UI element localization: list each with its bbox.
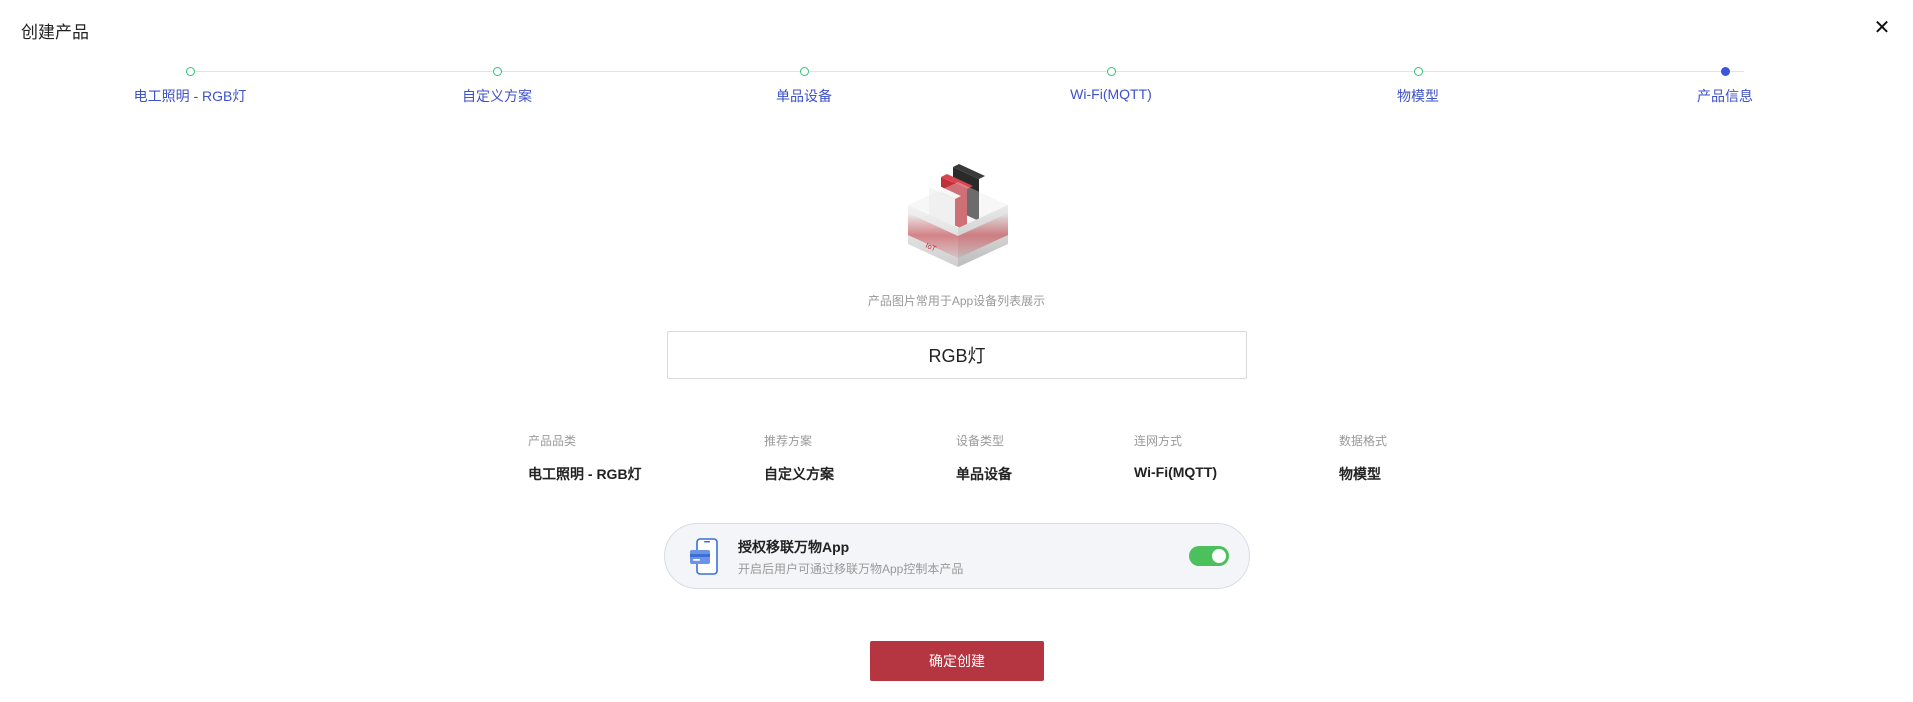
auth-title: 授权移联万物App <box>738 539 850 555</box>
step-dot-network <box>1107 67 1116 76</box>
product-image[interactable]: IoT <box>905 155 1011 267</box>
step-label-device-type[interactable]: 单品设备 <box>704 86 904 106</box>
dialog-header: 创建产品 ✕ <box>0 0 1913 58</box>
step-label-category[interactable]: 电工照明 - RGB灯 <box>90 86 290 106</box>
dialog-title: 创建产品 <box>21 23 89 42</box>
summary-data-format: 数据格式 物模型 <box>1339 432 1387 484</box>
summary-label: 推荐方案 <box>764 434 813 448</box>
close-icon[interactable]: ✕ <box>1871 17 1893 39</box>
phone-app-icon <box>689 538 721 576</box>
summary-value: 物模型 <box>1339 466 1381 482</box>
summary-device-type: 设备类型 单品设备 <box>956 432 1012 484</box>
app-authorization-card: 授权移联万物App 开启后用户可通过移联万物App控制本产品 <box>664 523 1250 589</box>
toggle-knob <box>1212 549 1226 563</box>
summary-scheme: 推荐方案 自定义方案 <box>764 432 834 484</box>
summary-network: 连网方式 Wi-Fi(MQTT) <box>1134 432 1217 480</box>
step-dot-scheme <box>493 67 502 76</box>
summary-value: Wi-Fi(MQTT) <box>1134 464 1218 480</box>
step-label-scheme[interactable]: 自定义方案 <box>397 86 597 106</box>
auth-description: 开启后用户可通过移联万物App控制本产品 <box>738 562 964 576</box>
step-label-product-info[interactable]: 产品信息 <box>1625 86 1825 106</box>
product-image-caption: 产品图片常用于App设备列表展示 <box>867 294 1046 308</box>
step-dot-thing-model <box>1414 67 1423 76</box>
summary-label: 连网方式 <box>1134 434 1183 448</box>
summary-value: 电工照明 - RGB灯 <box>528 466 642 482</box>
summary-label: 产品品类 <box>528 434 577 448</box>
summary-value: 自定义方案 <box>764 466 834 482</box>
step-dot-category <box>186 67 195 76</box>
auth-toggle[interactable] <box>1189 546 1229 566</box>
summary-value: 单品设备 <box>956 466 1012 482</box>
summary-label: 数据格式 <box>1339 434 1388 448</box>
confirm-create-button[interactable]: 确定创建 <box>870 641 1044 681</box>
step-dot-device-type <box>800 67 809 76</box>
product-name-input[interactable] <box>667 331 1247 379</box>
step-label-thing-model[interactable]: 物模型 <box>1318 86 1518 106</box>
summary-category: 产品品类 电工照明 - RGB灯 <box>528 432 642 484</box>
stepper-track <box>196 71 1744 72</box>
summary-label: 设备类型 <box>956 434 1005 448</box>
step-dot-product-info <box>1721 67 1730 76</box>
step-label-network[interactable]: Wi-Fi(MQTT) <box>1011 86 1211 102</box>
